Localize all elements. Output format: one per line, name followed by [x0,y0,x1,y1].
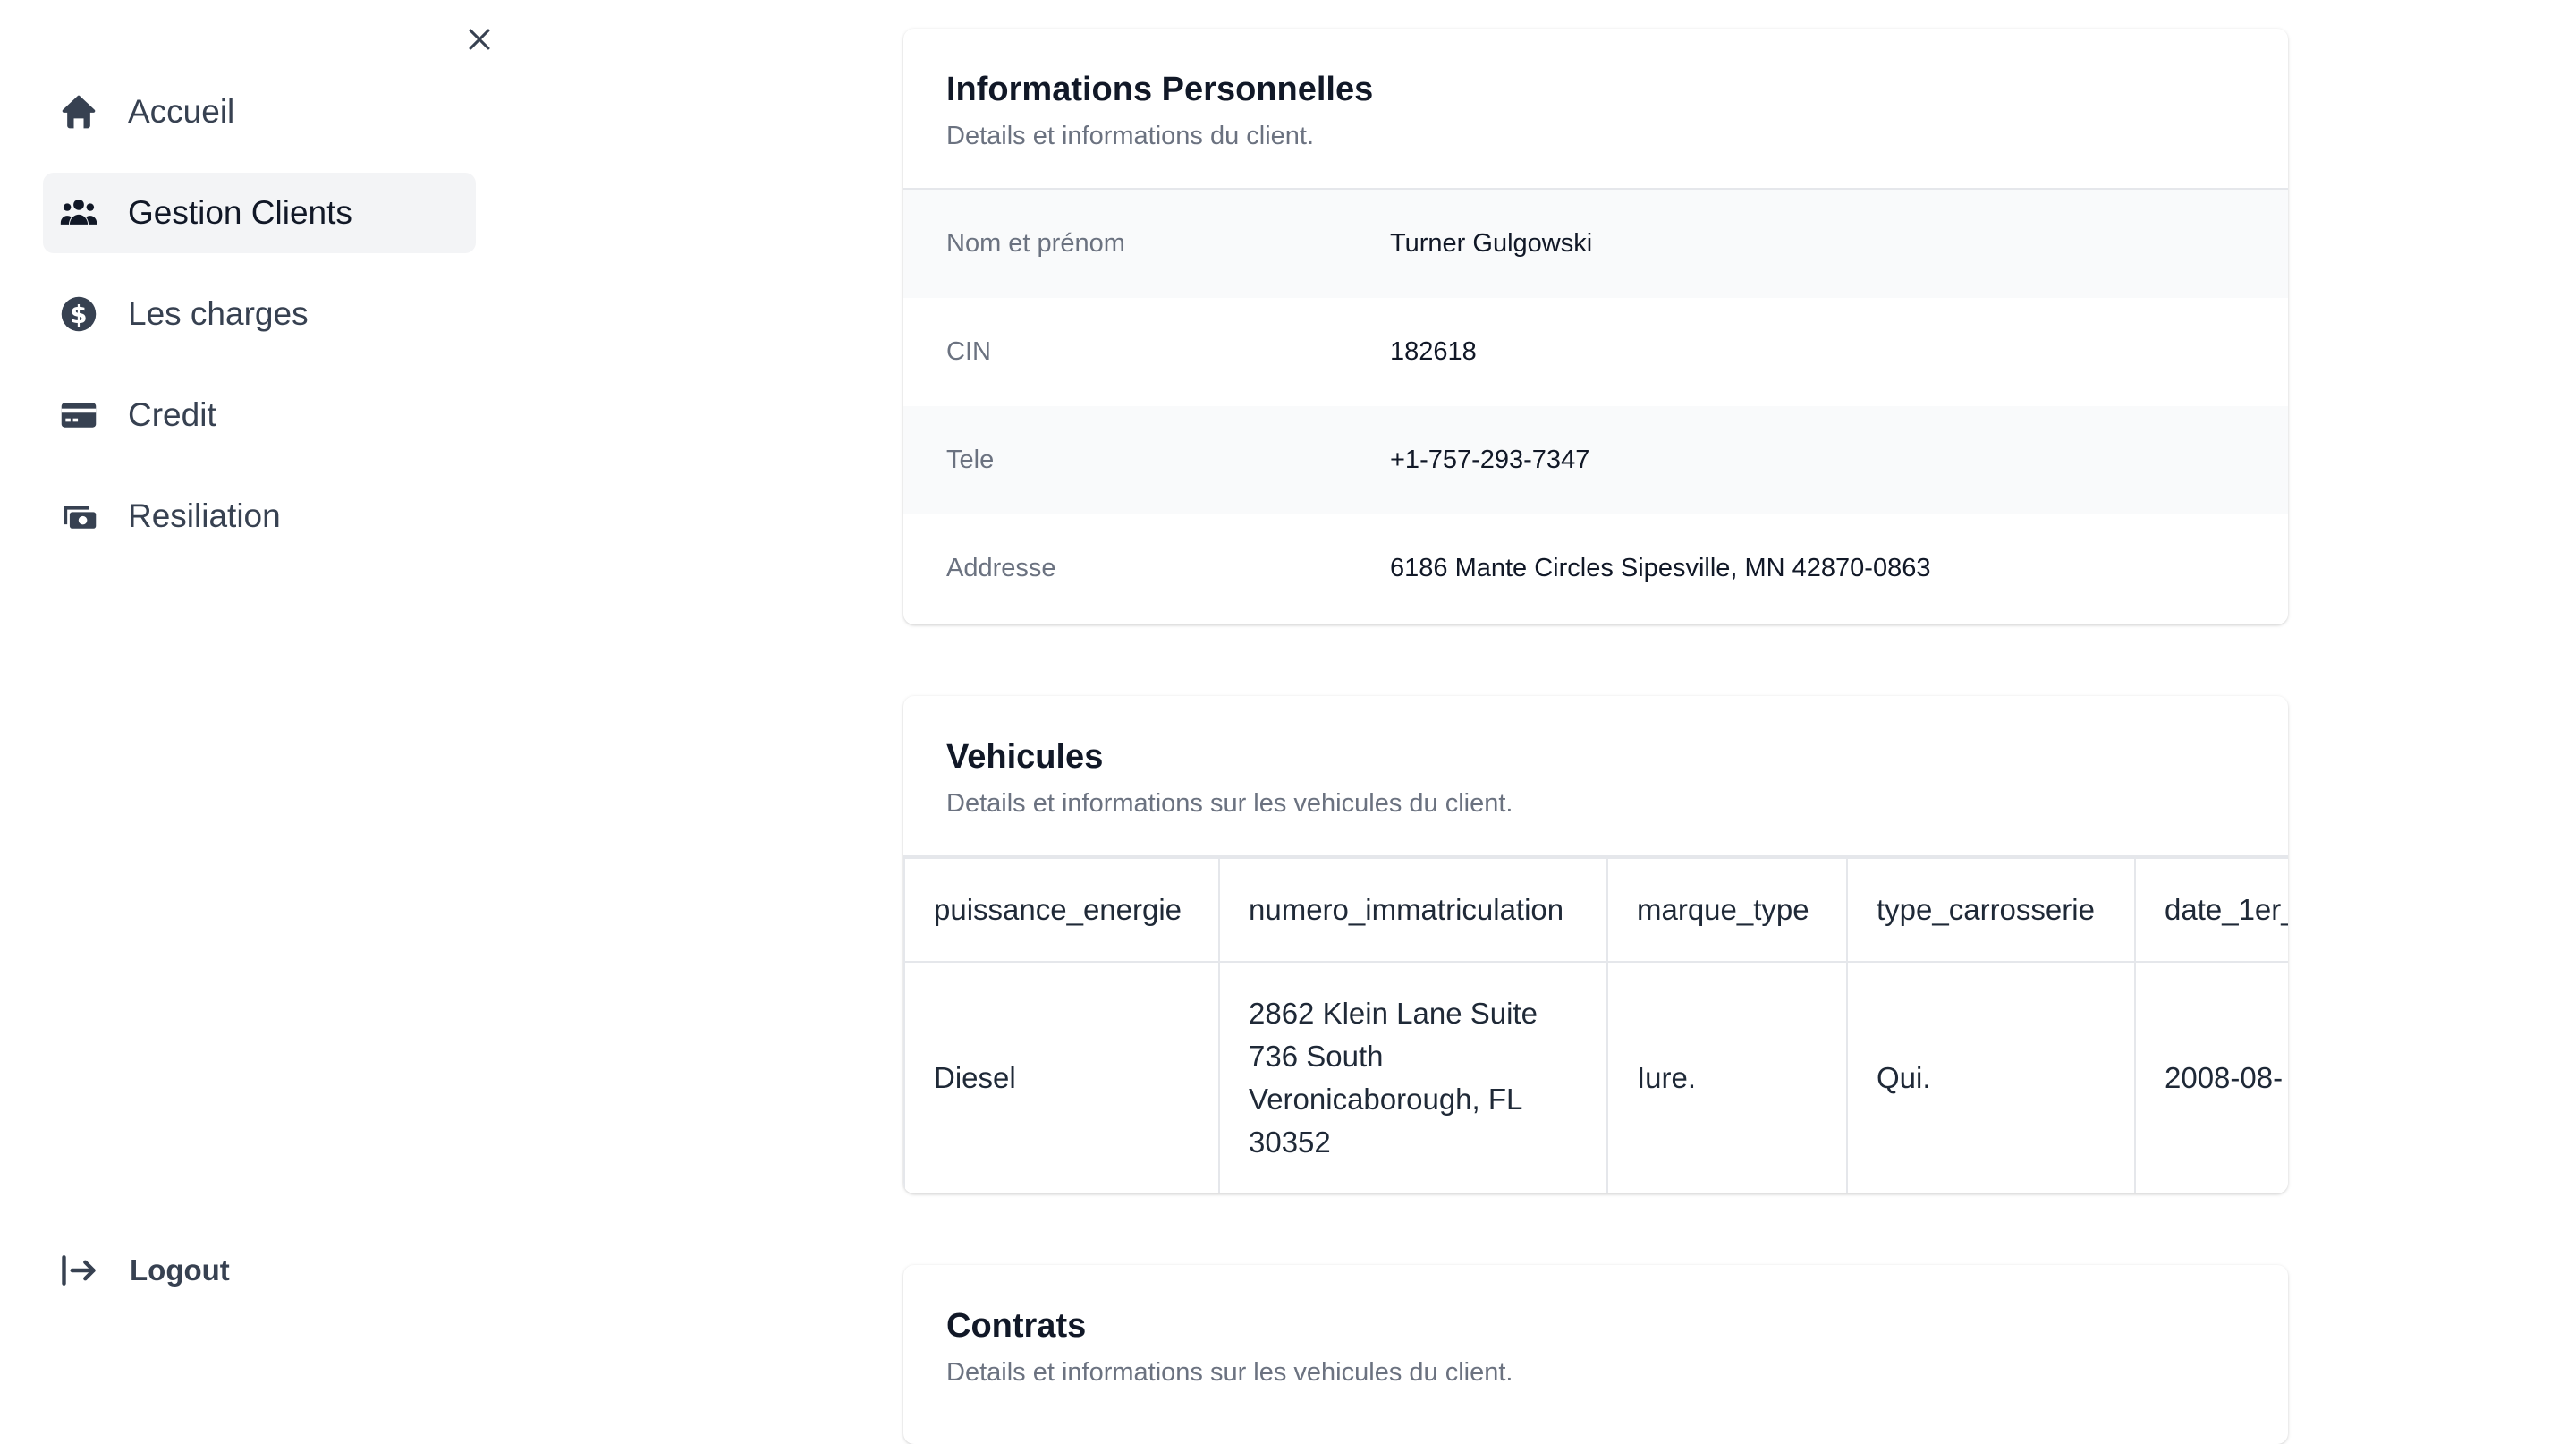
vehicles-title: Vehicules [946,738,1104,776]
sidebar-item-les-charges[interactable]: $ Les charges [43,274,476,354]
info-row-tele: Tele +1-757-293-7347 [903,406,2288,514]
sidebar-item-credit[interactable]: Credit [43,375,476,455]
column-header: marque_type [1606,857,1848,963]
table-row: Diesel 2862 Klein Lane Suite 736 South V… [903,961,2288,1193]
info-label: Addresse [946,554,1056,582]
info-value: 6186 Mante Circles Sipesville, MN 42870-… [1390,554,1931,582]
close-sidebar-button[interactable] [458,18,501,61]
column-header: type_carrosserie [1846,857,2136,963]
info-row-cin: CIN 182618 [903,298,2288,406]
main-content: Informations Personnelles Details et inf… [903,0,2288,1444]
sidebar-item-accueil[interactable]: Accueil [43,72,476,152]
contracts-card: Contrats Details et informations sur les… [903,1265,2288,1444]
personal-info-header: Informations Personnelles Details et inf… [903,29,2288,190]
table-cell: Qui. [1846,961,2136,1193]
sidebar-item-label: Gestion Clients [128,194,352,231]
info-label: CIN [946,337,991,366]
contracts-header: Contrats Details et informations sur les… [903,1265,2288,1444]
home-icon [59,92,98,132]
column-header: numero_immatriculation [1218,857,1608,963]
close-icon [469,29,490,50]
sidebar: Accueil Gestion Clients $ Les charges Cr… [0,0,519,1363]
vehicles-subtitle: Details et informations sur les vehicule… [946,788,1513,818]
personal-info-title: Informations Personnelles [946,71,1374,108]
sidebar-item-resiliation[interactable]: Resiliation [43,476,476,556]
sidebar-item-label: Credit [128,396,216,433]
info-label: Tele [946,446,995,474]
credit-card-icon [59,395,98,435]
sidebar-item-label: Les charges [128,295,309,332]
info-row-address: Addresse 6186 Mante Circles Sipesville, … [903,514,2288,623]
column-header: puissance_energie [903,857,1220,963]
info-row-name: Nom et prénom Turner Gulgowski [903,190,2288,298]
info-value: Turner Gulgowski [1390,229,1593,258]
table-cell: Iure. [1606,961,1848,1193]
vehicles-table: puissance_energie numero_immatriculation… [903,857,2288,1193]
logout-icon [59,1251,98,1290]
contracts-subtitle: Details et informations sur les vehicule… [946,1357,1513,1387]
info-label: Nom et prénom [946,229,1125,258]
users-icon [59,193,98,233]
table-cell: 2862 Klein Lane Suite 736 South Veronica… [1218,961,1608,1193]
dollar-circle-icon: $ [59,294,98,334]
vehicles-table-scroll[interactable]: puissance_energie numero_immatriculation… [903,857,2288,1193]
table-cell: 2008-08- [2134,961,2288,1193]
table-cell: Diesel [903,961,1220,1193]
sidebar-nav: Accueil Gestion Clients $ Les charges Cr… [43,72,476,577]
svg-text:$: $ [70,301,87,329]
column-header: date_1er_ [2134,857,2288,963]
info-value: +1-757-293-7347 [1390,446,1590,474]
vehicles-card: Vehicules Details et informations sur le… [903,696,2288,1193]
contracts-title: Contrats [946,1307,1087,1345]
logout-label: Logout [130,1253,230,1287]
sidebar-item-label: Accueil [128,93,235,130]
table-header-row: puissance_energie numero_immatriculation… [903,857,2288,963]
logout-button[interactable]: Logout [59,1244,230,1297]
sidebar-item-gestion-clients[interactable]: Gestion Clients [43,173,476,253]
cash-stack-icon [59,497,98,536]
personal-info-subtitle: Details et informations du client. [946,121,1315,150]
sidebar-item-label: Resiliation [128,497,281,534]
info-value: 182618 [1390,337,1477,366]
vehicles-header: Vehicules Details et informations sur le… [903,696,2288,857]
personal-info-card: Informations Personnelles Details et inf… [903,29,2288,624]
